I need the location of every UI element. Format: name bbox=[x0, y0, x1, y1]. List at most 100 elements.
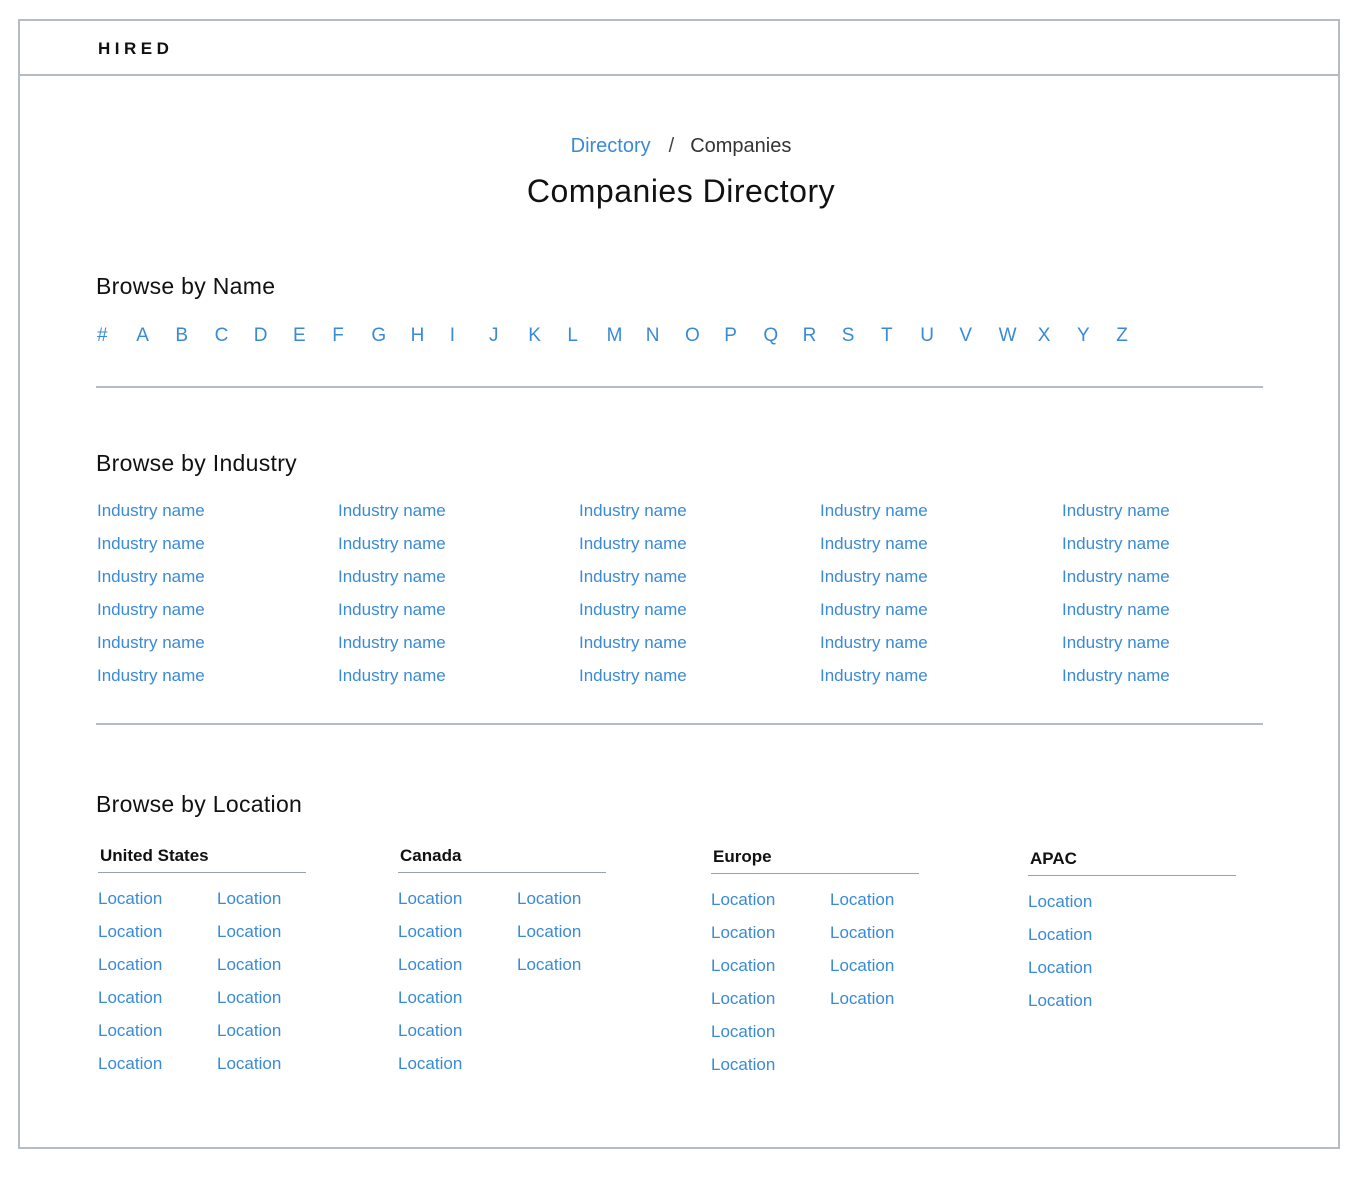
location-link[interactable]: Location bbox=[98, 953, 162, 986]
industry-link[interactable]: Industry name bbox=[97, 664, 327, 697]
industry-link[interactable]: Industry name bbox=[97, 631, 327, 664]
industry-link[interactable]: Industry name bbox=[338, 532, 568, 565]
industry-link[interactable]: Industry name bbox=[579, 532, 809, 565]
location-link[interactable]: Location bbox=[398, 1019, 462, 1052]
letter-link-c[interactable]: C bbox=[215, 325, 229, 347]
letter-link-o[interactable]: O bbox=[685, 325, 700, 347]
letter-link-m[interactable]: M bbox=[607, 325, 623, 347]
location-group-apac: APAC Location Location Location Location bbox=[1028, 849, 1236, 1010]
industry-link[interactable]: Industry name bbox=[1062, 598, 1292, 631]
letter-link-j[interactable]: J bbox=[489, 325, 499, 347]
letter-link-k[interactable]: K bbox=[528, 325, 541, 347]
location-link[interactable]: Location bbox=[98, 887, 162, 920]
letter-link-u[interactable]: U bbox=[920, 325, 934, 347]
industry-link[interactable]: Industry name bbox=[97, 598, 327, 631]
location-link[interactable]: Location bbox=[98, 1019, 162, 1052]
industry-link[interactable]: Industry name bbox=[579, 598, 809, 631]
industry-link[interactable]: Industry name bbox=[820, 598, 1050, 631]
industry-link[interactable]: Industry name bbox=[1062, 565, 1292, 598]
location-link[interactable]: Location bbox=[517, 920, 581, 953]
industry-column: Industry name Industry name Industry name I… bbox=[820, 499, 1050, 697]
location-group-europe: Europe Location Location Location Location Lo… bbox=[711, 847, 919, 1074]
location-link[interactable]: Location bbox=[1028, 989, 1092, 1022]
location-link[interactable]: Location bbox=[830, 954, 894, 987]
industry-link[interactable]: Industry name bbox=[820, 499, 1050, 532]
location-link[interactable]: Location bbox=[517, 953, 581, 986]
location-link[interactable]: Location bbox=[217, 986, 281, 1019]
location-link[interactable]: Location bbox=[398, 887, 462, 920]
letter-link-hash[interactable]: # bbox=[97, 325, 108, 347]
location-link[interactable]: Location bbox=[217, 1052, 281, 1085]
industry-link[interactable]: Industry name bbox=[579, 565, 809, 598]
industry-link[interactable]: Industry name bbox=[338, 664, 568, 697]
hired-logo[interactable]: HIRED bbox=[98, 39, 173, 59]
location-link[interactable]: Location bbox=[830, 921, 894, 954]
letter-link-l[interactable]: L bbox=[567, 325, 578, 347]
location-link[interactable]: Location bbox=[1028, 956, 1092, 989]
letter-link-q[interactable]: Q bbox=[763, 325, 778, 347]
breadcrumb: Directory / Companies bbox=[20, 135, 1342, 158]
letter-link-d[interactable]: D bbox=[254, 325, 268, 347]
industry-link[interactable]: Industry name bbox=[820, 565, 1050, 598]
industry-link[interactable]: Industry name bbox=[579, 499, 809, 532]
location-link[interactable]: Location bbox=[398, 953, 462, 986]
industry-link[interactable]: Industry name bbox=[97, 532, 327, 565]
location-link[interactable]: Location bbox=[711, 954, 775, 987]
location-link[interactable]: Location bbox=[711, 921, 775, 954]
location-link[interactable]: Location bbox=[830, 987, 894, 1020]
letter-link-p[interactable]: P bbox=[724, 325, 737, 347]
letter-link-h[interactable]: H bbox=[411, 325, 425, 347]
industry-link[interactable]: Industry name bbox=[579, 664, 809, 697]
industry-link[interactable]: Industry name bbox=[1062, 499, 1292, 532]
letter-link-f[interactable]: F bbox=[332, 325, 344, 347]
industry-link[interactable]: Industry name bbox=[338, 631, 568, 664]
letter-link-e[interactable]: E bbox=[293, 325, 306, 347]
location-link[interactable]: Location bbox=[1028, 923, 1092, 956]
location-link[interactable]: Location bbox=[711, 1020, 775, 1053]
industry-link[interactable]: Industry name bbox=[338, 598, 568, 631]
location-link[interactable]: Location bbox=[98, 920, 162, 953]
letter-link-t[interactable]: T bbox=[881, 325, 893, 347]
letter-link-a[interactable]: A bbox=[136, 325, 149, 347]
letter-link-n[interactable]: N bbox=[646, 325, 660, 347]
location-link[interactable]: Location bbox=[98, 1052, 162, 1085]
letter-link-w[interactable]: W bbox=[999, 325, 1017, 347]
industry-link[interactable]: Industry name bbox=[97, 565, 327, 598]
location-link[interactable]: Location bbox=[711, 1053, 775, 1086]
location-link[interactable]: Location bbox=[517, 887, 581, 920]
industry-link[interactable]: Industry name bbox=[1062, 532, 1292, 565]
industry-link[interactable]: Industry name bbox=[579, 631, 809, 664]
letter-link-b[interactable]: B bbox=[175, 325, 188, 347]
location-link[interactable]: Location bbox=[398, 986, 462, 1019]
location-link[interactable]: Location bbox=[217, 920, 281, 953]
location-link[interactable]: Location bbox=[98, 986, 162, 1019]
industry-link[interactable]: Industry name bbox=[820, 664, 1050, 697]
industry-link[interactable]: Industry name bbox=[1062, 631, 1292, 664]
industry-link[interactable]: Industry name bbox=[1062, 664, 1292, 697]
location-link[interactable]: Location bbox=[398, 1052, 462, 1085]
location-group-canada: Canada Location Location Location Location Lo… bbox=[398, 846, 606, 1073]
location-link[interactable]: Location bbox=[1028, 890, 1092, 923]
letter-link-g[interactable]: G bbox=[371, 325, 386, 347]
location-link[interactable]: Location bbox=[398, 920, 462, 953]
letter-link-v[interactable]: V bbox=[959, 325, 972, 347]
letter-link-x[interactable]: X bbox=[1038, 325, 1051, 347]
industry-link[interactable]: Industry name bbox=[338, 499, 568, 532]
location-link[interactable]: Location bbox=[711, 888, 775, 921]
location-link[interactable]: Location bbox=[217, 953, 281, 986]
location-link[interactable]: Location bbox=[217, 1019, 281, 1052]
letter-link-r[interactable]: R bbox=[803, 325, 817, 347]
location-link[interactable]: Location bbox=[830, 888, 894, 921]
industry-link[interactable]: Industry name bbox=[820, 532, 1050, 565]
industry-link[interactable]: Industry name bbox=[820, 631, 1050, 664]
location-link[interactable]: Location bbox=[711, 987, 775, 1020]
industry-link[interactable]: Industry name bbox=[338, 565, 568, 598]
letter-link-s[interactable]: S bbox=[842, 325, 855, 347]
letter-link-i[interactable]: I bbox=[450, 325, 455, 347]
letter-link-z[interactable]: Z bbox=[1116, 325, 1128, 347]
location-column: Location Location Location Location Location… bbox=[398, 887, 462, 1085]
industry-link[interactable]: Industry name bbox=[97, 499, 327, 532]
letter-link-y[interactable]: Y bbox=[1077, 325, 1090, 347]
breadcrumb-directory-link[interactable]: Directory bbox=[571, 135, 651, 157]
location-link[interactable]: Location bbox=[217, 887, 281, 920]
